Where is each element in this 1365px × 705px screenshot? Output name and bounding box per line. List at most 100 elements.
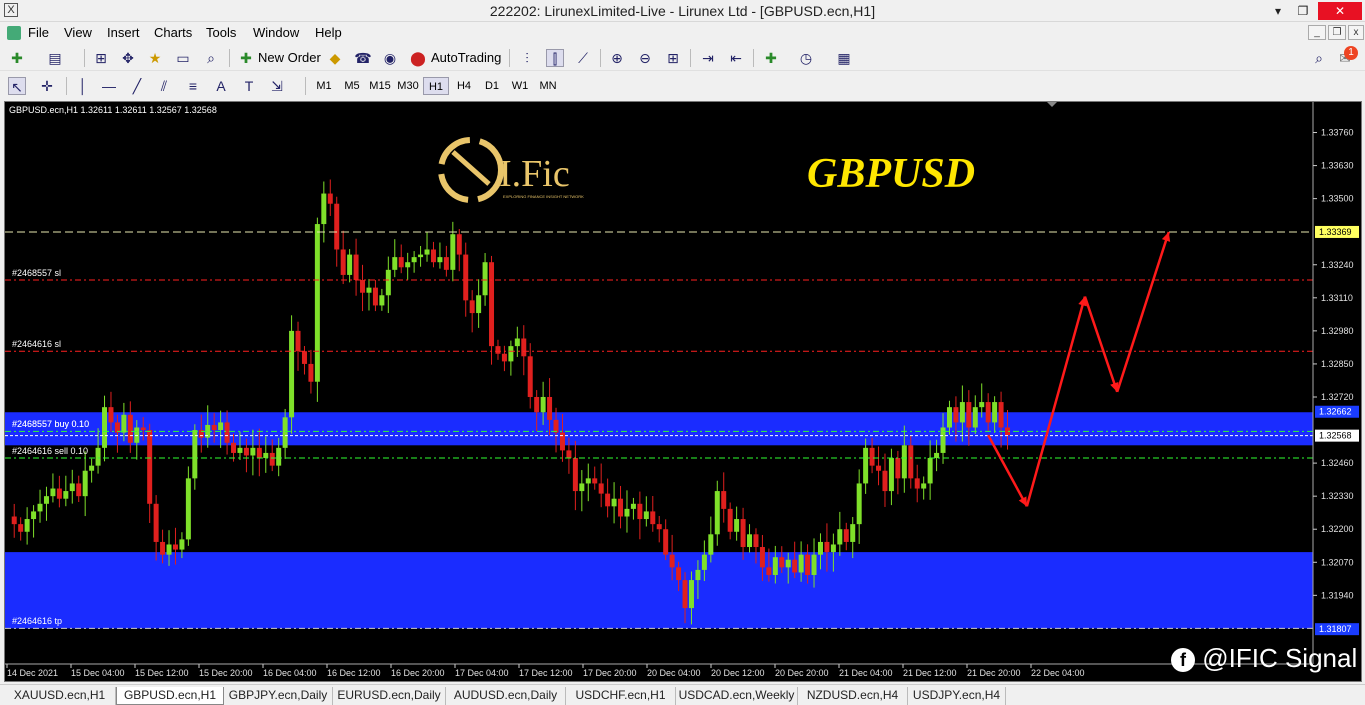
terminal-icon[interactable]: ▭ <box>174 49 192 67</box>
candle-body <box>914 478 920 489</box>
templates-icon[interactable]: ▦ <box>835 49 853 67</box>
menu-charts[interactable]: Charts <box>154 25 192 40</box>
text-label-icon[interactable]: T <box>240 77 258 95</box>
candle-body <box>817 541 823 555</box>
meta-editor-icon[interactable]: ◆ <box>326 49 344 67</box>
fibonacci-icon[interactable]: ≡ <box>184 77 202 95</box>
candle-body <box>372 287 378 306</box>
candle-body <box>89 465 95 471</box>
candle-body <box>669 554 675 568</box>
trendline-icon[interactable]: ╱ <box>128 77 146 95</box>
equidistant-channel-icon[interactable]: ⫽ <box>155 77 173 95</box>
indicators-icon[interactable]: ✚ <box>762 49 780 67</box>
candle-body <box>153 503 159 542</box>
chart-tab[interactable]: GBPJPY.ecn,Daily <box>224 687 333 705</box>
timeframe-m15[interactable]: M15 <box>367 77 393 95</box>
candle-body <box>456 234 462 255</box>
new-chart-icon[interactable]: ✚ <box>8 49 26 67</box>
chart-tab[interactable]: XAUUSD.ecn,H1 <box>4 687 116 705</box>
market-watch-icon[interactable]: ⊞ <box>92 49 110 67</box>
candle-body <box>714 491 720 535</box>
chart-tab[interactable]: GBPUSD.ecn,H1 <box>116 687 224 705</box>
chart-tab[interactable]: USDJPY.ecn,H4 <box>908 687 1006 705</box>
y-tick-label: 1.32200 <box>1321 524 1354 534</box>
tile-windows-icon[interactable]: ⊞ <box>664 49 682 67</box>
chart-tab[interactable]: AUDUSD.ecn,Daily <box>446 687 566 705</box>
timeframe-m5[interactable]: M5 <box>339 77 365 95</box>
zoom-in-icon[interactable]: ⊕ <box>608 49 626 67</box>
candle-body <box>179 539 185 550</box>
timeframe-mn[interactable]: MN <box>535 77 561 95</box>
arrows-icon[interactable]: ⇲ <box>268 77 286 95</box>
cursor-icon[interactable]: ↖ <box>8 77 26 95</box>
candle-body <box>263 452 269 459</box>
autotrading-button[interactable]: AutoTrading <box>431 48 501 68</box>
chart-shift-icon[interactable]: ⇤ <box>727 49 745 67</box>
candle-body <box>140 427 146 431</box>
candle-body <box>469 300 475 314</box>
x-tick-label: 20 Dec 20:00 <box>775 668 829 678</box>
search-icon[interactable]: ⌕ <box>1310 49 1328 67</box>
chart-tab[interactable]: NZDUSD.ecn,H4 <box>798 687 908 705</box>
candle-body <box>624 508 630 517</box>
candle-body <box>934 452 940 459</box>
data-window-icon[interactable]: ✥ <box>119 49 137 67</box>
candlestick-chart-icon[interactable]: ⫿ <box>546 49 564 67</box>
timeframe-m30[interactable]: M30 <box>395 77 421 95</box>
timeframe-m1[interactable]: M1 <box>311 77 337 95</box>
timeframe-h1[interactable]: H1 <box>423 77 449 95</box>
price-chart[interactable]: 1.33760 1.33630 1.33500 1.33240 1.33110 1.329… <box>5 102 1362 682</box>
new-order-button[interactable]: New Order <box>258 48 321 68</box>
signals-icon[interactable]: ◉ <box>381 49 399 67</box>
candle-body <box>895 458 901 479</box>
chart-window[interactable]: 1.33760 1.33630 1.33500 1.33240 1.33110 1.329… <box>4 101 1362 682</box>
candle-body <box>76 483 82 497</box>
bar-chart-icon[interactable]: ⫶ <box>518 49 536 67</box>
menu-insert[interactable]: Insert <box>107 25 140 40</box>
vertical-line-icon[interactable]: │ <box>74 77 92 95</box>
candle-body <box>992 402 998 423</box>
restore-button[interactable]: ❐ <box>1293 2 1313 20</box>
menu-help[interactable]: Help <box>315 25 342 40</box>
timeframe-d1[interactable]: D1 <box>479 77 505 95</box>
auto-scroll-icon[interactable]: ⇥ <box>699 49 717 67</box>
chart-tab[interactable]: USDCAD.ecn,Weekly <box>676 687 798 705</box>
chart-tab[interactable]: USDCHF.ecn,H1 <box>566 687 676 705</box>
title-bar: X 222202: LirunexLimited-Live - Lirunex … <box>0 0 1365 22</box>
candle-body <box>701 554 707 570</box>
zoom-out-icon[interactable]: ⊖ <box>636 49 654 67</box>
menu-view[interactable]: View <box>64 25 92 40</box>
candle-body <box>850 524 856 542</box>
ific-signal-watermark: f @IFIC Signal <box>1171 643 1357 674</box>
minimize-button[interactable]: ▾ <box>1268 2 1288 20</box>
community-icon[interactable]: ☎ <box>354 49 372 67</box>
menu-file[interactable]: File <box>28 25 49 40</box>
candle-body <box>166 544 172 555</box>
crosshair-icon[interactable]: ✛ <box>38 77 56 95</box>
menu-tools[interactable]: Tools <box>206 25 236 40</box>
child-close-button[interactable]: x <box>1348 25 1364 40</box>
child-restore-button[interactable]: ❐ <box>1328 25 1346 40</box>
navigator-icon[interactable]: ★ <box>146 49 164 67</box>
horizontal-line-icon[interactable]: — <box>100 77 118 95</box>
strategy-tester-icon[interactable]: ⌕ <box>202 49 220 67</box>
autotrading-icon[interactable]: ⬤ <box>409 49 427 67</box>
y-tick-label: 1.32330 <box>1321 491 1354 501</box>
timeframe-h4[interactable]: H4 <box>451 77 477 95</box>
line-chart-icon[interactable]: ⟋ <box>574 49 592 67</box>
new-order-icon[interactable]: ✚ <box>237 49 255 67</box>
profiles-icon[interactable]: ▤ <box>46 49 64 67</box>
menu-window[interactable]: Window <box>253 25 299 40</box>
price-tag-label: 1.31807 <box>1319 624 1352 634</box>
child-minimize-button[interactable]: _ <box>1308 25 1326 40</box>
close-button[interactable]: ✕ <box>1318 2 1362 20</box>
text-icon[interactable]: A <box>212 77 230 95</box>
candle-body <box>547 396 553 420</box>
timeframe-w1[interactable]: W1 <box>507 77 533 95</box>
chart-tab[interactable]: EURUSD.ecn,Daily <box>333 687 446 705</box>
candle-body <box>753 534 759 548</box>
candle-body <box>463 254 469 301</box>
periods-icon[interactable]: ◷ <box>797 49 815 67</box>
candle-body <box>95 447 101 466</box>
candle-body <box>295 330 301 352</box>
